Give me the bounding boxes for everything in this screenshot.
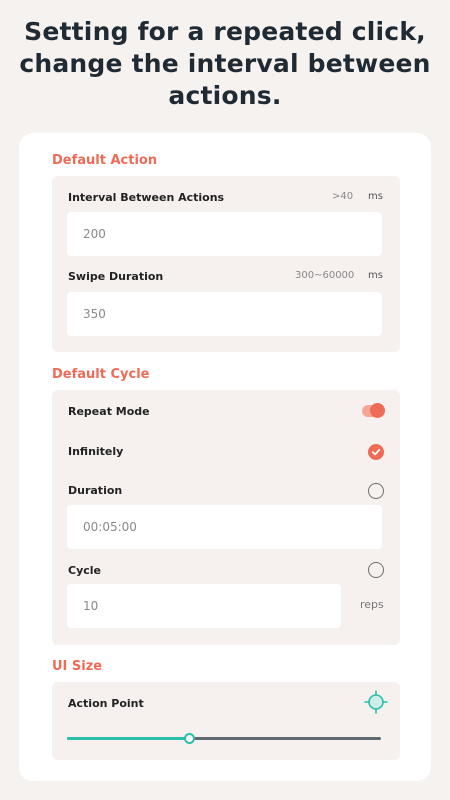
interval-unit: ms — [368, 191, 383, 202]
swipe-duration-label: Swipe Duration — [68, 270, 164, 283]
cycle-input[interactable] — [67, 584, 341, 628]
section-title-default-action: Default Action — [52, 153, 158, 168]
repeat-mode-toggle[interactable] — [362, 403, 385, 418]
duration-radio[interactable] — [368, 483, 384, 499]
slider-fill — [67, 737, 190, 740]
swipe-duration-unit: ms — [368, 270, 383, 281]
toggle-knob — [370, 403, 385, 418]
cycle-unit: reps — [360, 598, 384, 611]
infinitely-label: Infinitely — [68, 445, 124, 458]
headline: Setting for a repeated click, change the… — [19, 17, 431, 110]
default-cycle-panel: Repeat Mode Infinitely Duration Cycle re… — [52, 390, 400, 645]
interval-hint: >40 — [332, 191, 354, 202]
swipe-duration-hint: 300~60000 — [295, 270, 355, 281]
cycle-label: Cycle — [68, 564, 101, 577]
duration-input[interactable] — [67, 505, 382, 549]
duration-label: Duration — [68, 484, 123, 497]
infinitely-radio[interactable] — [368, 444, 384, 460]
checkmark-icon — [371, 448, 381, 456]
interval-input[interactable] — [67, 212, 382, 256]
section-title-ui-size: UI Size — [52, 659, 103, 674]
section-title-default-cycle: Default Cycle — [52, 367, 150, 382]
repeat-mode-label: Repeat Mode — [68, 405, 150, 418]
action-point-slider[interactable] — [67, 733, 381, 744]
target-icon[interactable] — [364, 690, 388, 714]
default-action-panel: Interval Between Actions >40 ms Swipe Du… — [52, 176, 400, 352]
interval-label: Interval Between Actions — [68, 191, 225, 204]
action-point-label: Action Point — [68, 697, 144, 710]
cycle-radio[interactable] — [368, 562, 384, 578]
settings-card: Default Action Interval Between Actions … — [19, 133, 431, 781]
slider-thumb[interactable] — [184, 733, 196, 744]
ui-size-panel: Action Point — [52, 682, 400, 760]
swipe-duration-input[interactable] — [67, 292, 382, 336]
